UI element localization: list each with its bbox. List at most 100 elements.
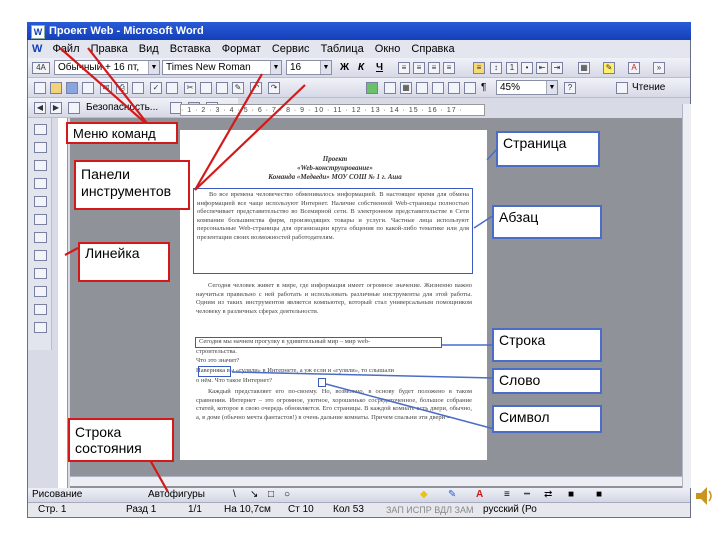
justify-icon[interactable]: ≡	[443, 62, 455, 74]
hyperlink-icon[interactable]	[366, 82, 378, 94]
tool-icon[interactable]	[34, 250, 47, 261]
stop-icon[interactable]	[68, 102, 80, 114]
font-select[interactable]: Times New Roman ▼	[162, 60, 282, 75]
line-style-icon[interactable]: ≡	[504, 488, 510, 502]
menu-help[interactable]: Справка	[407, 40, 458, 58]
symbol-highlight[interactable]	[318, 378, 326, 387]
insert-excel-icon[interactable]	[416, 82, 428, 94]
copy-icon[interactable]	[200, 82, 212, 94]
align-left-icon[interactable]: ≡	[398, 62, 410, 74]
autoshapes-menu[interactable]: Автофигуры	[148, 488, 205, 502]
menu-view[interactable]: Вид	[135, 40, 163, 58]
chevron-down-icon[interactable]: ▼	[270, 61, 281, 74]
tool-icon[interactable]	[34, 124, 47, 135]
italic-button[interactable]: К	[358, 61, 364, 75]
draw-menu[interactable]: Рисование	[32, 488, 82, 502]
open-folder-icon[interactable]	[50, 82, 62, 94]
read-icon[interactable]	[616, 82, 628, 94]
bold-button[interactable]: Ж	[340, 61, 349, 75]
font-color-icon[interactable]: A	[476, 488, 483, 502]
justify-active-icon[interactable]: ≡	[473, 62, 485, 74]
line-color-icon[interactable]: ✎	[448, 488, 456, 502]
tool-icon[interactable]	[34, 322, 47, 333]
help-icon[interactable]: ?	[564, 82, 576, 94]
security-button[interactable]: Безопасность...	[86, 101, 158, 115]
bullets-icon[interactable]: •	[521, 62, 533, 74]
borders-icon[interactable]: ▦	[578, 62, 590, 74]
vertical-scrollbar[interactable]	[682, 104, 691, 488]
chevron-down-icon[interactable]: ▼	[546, 81, 557, 94]
numbering-icon[interactable]: 1	[506, 62, 518, 74]
arrow-tool-icon[interactable]: ↘	[250, 488, 258, 502]
email-icon[interactable]: ✉	[100, 82, 112, 94]
permission-icon[interactable]	[82, 82, 94, 94]
3d-icon[interactable]: ■	[596, 488, 602, 502]
align-right-icon[interactable]: ≡	[428, 62, 440, 74]
font-size-select[interactable]: 16 ▼	[286, 60, 332, 75]
line-tool-icon[interactable]: \	[233, 488, 236, 502]
read-button[interactable]: Чтение	[632, 81, 665, 95]
back-icon[interactable]: ◀	[34, 102, 46, 114]
tool-icon[interactable]	[34, 304, 47, 315]
increase-indent-icon[interactable]: ⇥	[551, 62, 563, 74]
oval-tool-icon[interactable]: ○	[284, 488, 290, 502]
tool-icon[interactable]	[34, 142, 47, 153]
forward-icon[interactable]: ▶	[50, 102, 62, 114]
document-map-icon[interactable]	[464, 82, 476, 94]
chevron-down-icon[interactable]: ▼	[148, 61, 159, 74]
tool-icon[interactable]	[34, 160, 47, 171]
save-icon[interactable]	[66, 82, 78, 94]
fill-color-icon[interactable]: ◆	[420, 488, 428, 502]
rectangle-tool-icon[interactable]: □	[268, 488, 274, 502]
tool-icon[interactable]	[34, 232, 47, 243]
new-document-icon[interactable]	[34, 82, 46, 94]
print-preview-icon[interactable]	[132, 82, 144, 94]
font-color-icon[interactable]: A	[628, 62, 640, 74]
menu-format[interactable]: Формат	[218, 40, 265, 58]
styles-pane-icon[interactable]: 4A	[32, 62, 50, 74]
menu-window[interactable]: Окно	[371, 40, 405, 58]
undo-icon[interactable]: ↶	[250, 82, 262, 94]
paragraph-2[interactable]: Сегодня человек живет в мире, где информ…	[196, 282, 472, 338]
paragraph-3[interactable]: Каждый представляет его по-своему. Но, в…	[196, 388, 472, 446]
format-painter-icon[interactable]: ✎	[232, 82, 244, 94]
menu-table[interactable]: Таблица	[317, 40, 368, 58]
chevron-down-icon[interactable]: ▼	[320, 61, 331, 74]
tool-icon[interactable]	[34, 178, 47, 189]
tool-icon[interactable]	[34, 214, 47, 225]
columns-icon[interactable]	[432, 82, 444, 94]
tool-icon[interactable]	[34, 268, 47, 279]
align-center-icon[interactable]: ≡	[413, 62, 425, 74]
toolbar-options-icon[interactable]: »	[653, 62, 665, 74]
arrow-style-icon[interactable]: ⇄	[544, 488, 552, 502]
menu-file[interactable]: Файл	[48, 40, 83, 58]
redo-icon[interactable]: ↷	[268, 82, 280, 94]
horizontal-scrollbar[interactable]	[70, 476, 682, 486]
menu-insert[interactable]: Вставка	[166, 40, 215, 58]
word-highlight[interactable]	[198, 366, 231, 377]
shadow-icon[interactable]: ■	[568, 488, 574, 502]
horizontal-ruler[interactable]: · 1 · 2 · 3 · 4 · 5 · 6 · 7 · 8 · 9 · 10…	[180, 104, 485, 116]
spelling-icon[interactable]: ✓	[150, 82, 162, 94]
line-spacing-icon[interactable]: ↕	[490, 62, 502, 74]
line-highlight[interactable]: Сегодня мы начнем прогулку в удивительны…	[195, 337, 442, 348]
show-formatting-button[interactable]: ¶	[481, 81, 486, 95]
research-icon[interactable]	[166, 82, 178, 94]
dash-style-icon[interactable]: ┅	[524, 488, 530, 502]
menu-edit[interactable]: Правка	[87, 40, 132, 58]
menu-tools[interactable]: Сервис	[268, 40, 314, 58]
style-select[interactable]: Обычный + 16 пт, ▼	[54, 60, 160, 75]
insert-table-icon[interactable]: ▦	[400, 82, 412, 94]
print-icon[interactable]: ⎙	[116, 82, 128, 94]
underline-button[interactable]: Ч	[376, 61, 383, 75]
highlight-icon[interactable]: ✎	[603, 62, 615, 74]
tool-icon[interactable]	[34, 196, 47, 207]
word-doc-icon[interactable]: W	[28, 40, 45, 58]
cut-icon[interactable]: ✂	[184, 82, 196, 94]
tables-borders-icon[interactable]	[384, 82, 396, 94]
paste-icon[interactable]	[216, 82, 228, 94]
decrease-indent-icon[interactable]: ⇤	[536, 62, 548, 74]
paragraph-1[interactable]: Во все времена человечество обменивалось…	[193, 188, 473, 274]
zoom-select[interactable]: 45% ▼	[496, 80, 558, 95]
drawing-icon[interactable]	[448, 82, 460, 94]
